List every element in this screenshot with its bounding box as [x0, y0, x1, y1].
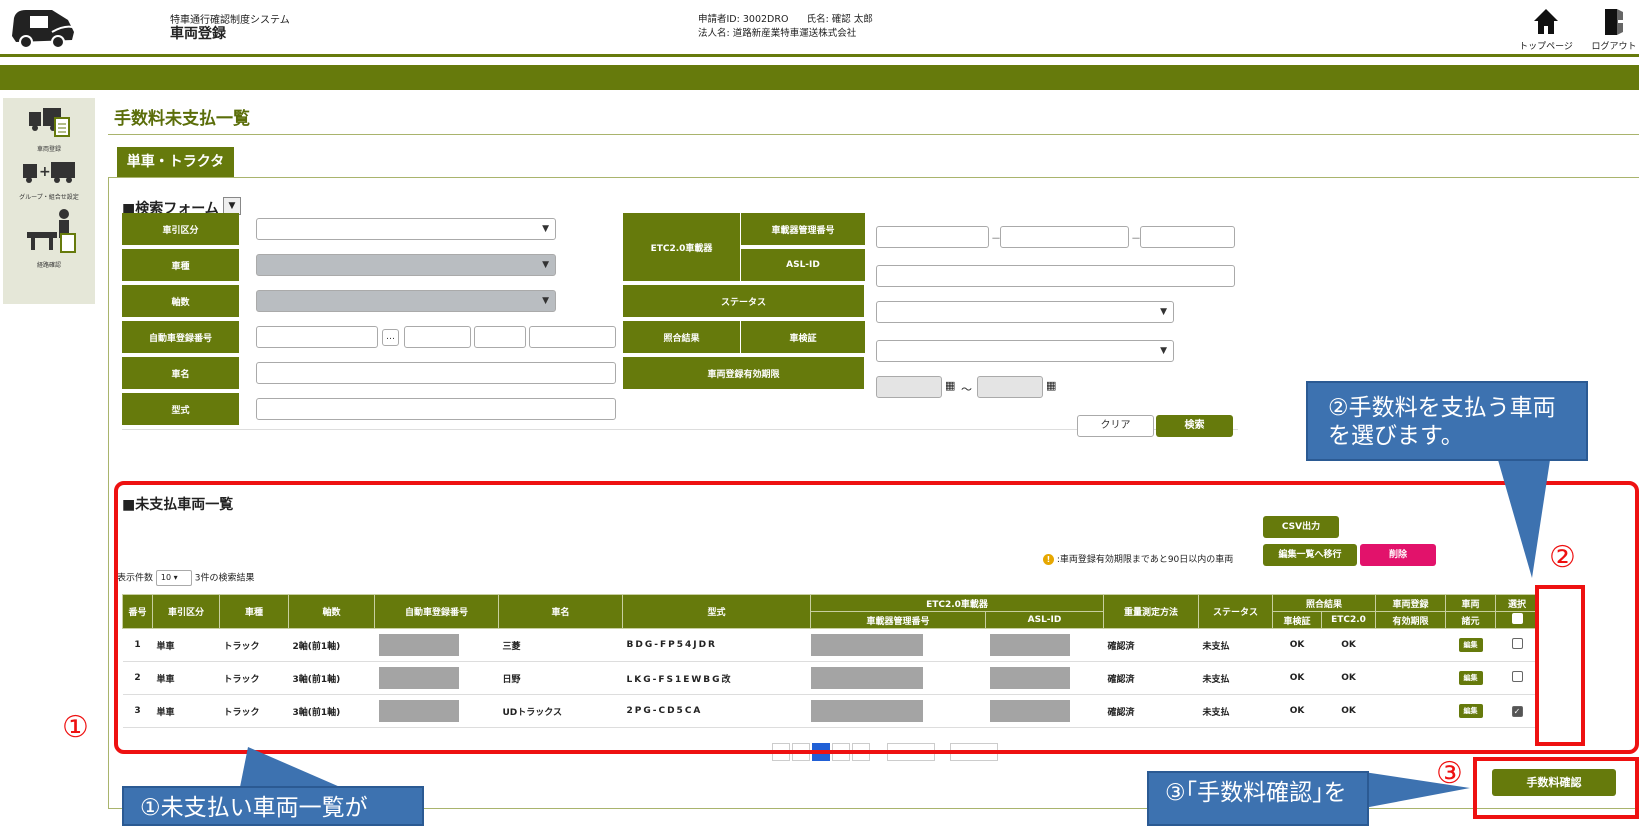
nav-item-route-check[interactable]: 経路確認	[3, 206, 95, 269]
search-button[interactable]: 検索	[1156, 415, 1233, 437]
reg-number-field-1[interactable]	[256, 326, 378, 348]
label-vehicle-type: 車種	[122, 249, 239, 281]
nav-label: グループ・組合せ設定	[19, 194, 79, 201]
page-title: 手数料未支払一覧	[114, 109, 250, 129]
callout-pointer-2	[1498, 460, 1550, 578]
tab-single-tractor[interactable]: 単車・トラクタ	[117, 147, 234, 177]
top-page-button[interactable]: トップページ	[1514, 8, 1578, 52]
label-vehicle-name: 車名	[122, 357, 239, 389]
annotation-number-1: ①	[62, 710, 89, 745]
chevron-down-icon: ▼	[1160, 307, 1167, 317]
axles-select[interactable]: ▼	[256, 290, 556, 312]
label-reg-number: 自動車登録番号	[122, 321, 239, 353]
reg-number-field-4[interactable]	[529, 326, 616, 348]
calendar-icon[interactable]: ▦	[945, 379, 955, 392]
chevron-down-icon: ▼	[542, 224, 549, 234]
chevron-down-icon: ▼	[542, 296, 549, 306]
reg-number-field-2[interactable]	[404, 326, 471, 348]
annotation-box-fee	[1473, 757, 1639, 819]
applicant-id-label: 申請者ID:	[698, 14, 740, 25]
asl-id-input[interactable]	[876, 265, 1235, 287]
route-person-icon	[27, 209, 76, 253]
user-name: 確認 太郎	[831, 14, 873, 25]
label-axles: 軸数	[122, 285, 239, 317]
device-number-field-3[interactable]	[1140, 226, 1235, 248]
side-nav: 車両登録 + グループ・組合せ設定 経路確認	[3, 98, 95, 304]
validity-to-input[interactable]	[977, 376, 1043, 398]
label-model: 型式	[122, 393, 239, 425]
inspection-select[interactable]: ▼	[876, 340, 1174, 362]
form-bottom-line	[122, 429, 1238, 430]
callout-pointer-1	[240, 747, 340, 787]
device-number-field-2[interactable]	[1000, 226, 1129, 248]
label-match-result: 照合結果	[623, 321, 740, 353]
section-label: 車両登録	[170, 26, 226, 42]
truck-combination-icon: +	[23, 162, 75, 183]
reg-number-field-3[interactable]	[474, 326, 526, 348]
callout-pointer-3	[1364, 772, 1470, 808]
nav-label: 経路確認	[36, 262, 61, 269]
home-icon	[1534, 9, 1558, 34]
truck-document-icon	[29, 108, 70, 137]
device-number-field-1[interactable]	[876, 226, 989, 248]
header-band	[0, 65, 1639, 90]
tow-type-select[interactable]: ▼	[256, 218, 556, 240]
logout-door-icon	[1605, 9, 1625, 35]
status-select[interactable]: ▼	[876, 301, 1174, 323]
label-validity: 車両登録有効期限	[623, 357, 864, 389]
label-inspection: 車検証	[740, 321, 865, 353]
clear-button[interactable]: クリア	[1077, 415, 1154, 437]
name-label: 氏名:	[806, 14, 829, 25]
annotation-box-select	[1535, 585, 1585, 746]
callout-2-line-2: を選びます。	[1328, 423, 1464, 449]
svg-text:+: +	[39, 164, 51, 180]
nav-item-vehicle-registration[interactable]: 車両登録	[3, 106, 95, 153]
applicant-info: 申請者ID: 3002DRO 氏名: 確認 太郎	[698, 11, 873, 25]
nav-label: 車両登録	[36, 146, 61, 153]
top-page-label: トップページ	[1519, 42, 1573, 52]
chevron-down-icon: ▼	[1160, 346, 1167, 356]
vehicle-type-select[interactable]: ▼	[256, 254, 556, 276]
label-tow-type: 車引区分	[122, 213, 239, 245]
calendar-icon[interactable]: ▦	[1046, 379, 1056, 392]
label-status: ステータス	[623, 285, 864, 317]
callout-unpaid-list: ①未支払い車両一覧が	[122, 786, 424, 826]
corp-name: 道路新産業特車運送株式会社	[732, 28, 857, 39]
reg-number-lookup-button[interactable]: …	[382, 329, 399, 346]
logout-label: ログアウト	[1591, 42, 1637, 52]
title-divider	[108, 134, 1639, 135]
corp-label: 法人名:	[698, 28, 730, 39]
vehicle-name-input[interactable]	[256, 362, 616, 384]
chevron-down-icon: ▼	[542, 260, 549, 270]
annotation-box-list	[114, 481, 1639, 754]
corporation-info: 法人名: 道路新産業特車運送株式会社	[698, 25, 856, 39]
system-logo	[8, 6, 78, 50]
range-separator: ～	[961, 383, 972, 396]
nav-item-group-settings[interactable]: + グループ・組合せ設定	[3, 160, 95, 201]
logout-button[interactable]: ログアウト	[1584, 8, 1639, 52]
callout-2-line-1: ②手数料を支払う車両	[1328, 395, 1556, 421]
label-device-number: 車載器管理番号	[740, 213, 865, 245]
label-asl-id: ASL-ID	[740, 249, 865, 281]
model-input[interactable]	[256, 398, 616, 420]
label-etc-device: ETC2.0車載器	[623, 213, 740, 281]
callout-fee-confirm: ③｢手数料確認｣を	[1147, 771, 1369, 826]
validity-from-input[interactable]	[876, 376, 942, 398]
callout-select-vehicle: ②手数料を支払う車両 を選びます。	[1306, 381, 1588, 461]
applicant-id: 3002DRO	[742, 14, 789, 25]
header-divider	[0, 54, 1639, 57]
